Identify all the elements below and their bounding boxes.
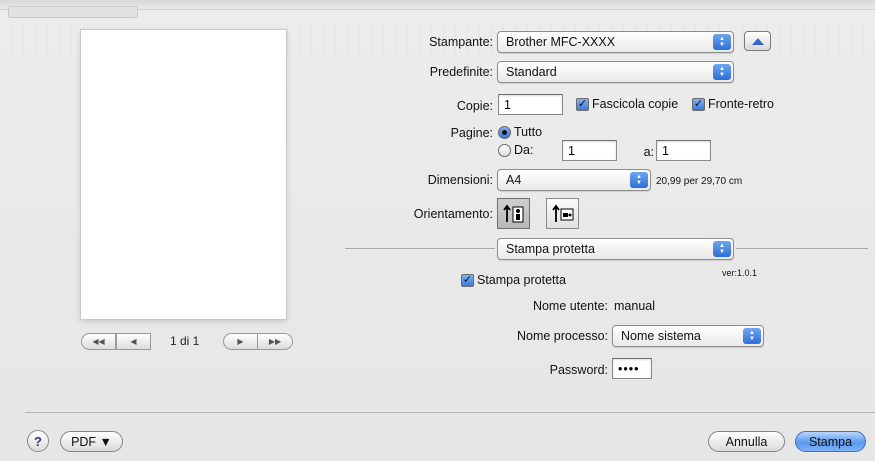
pages-label: Pagine:	[450, 126, 493, 140]
page-indicator: 1 di 1	[170, 334, 200, 348]
radio-unselected-icon	[498, 143, 511, 157]
page-preview	[81, 30, 286, 319]
size-label: Dimensioni:	[427, 173, 493, 187]
triangle-up-icon	[751, 37, 764, 45]
duplex-checkbox[interactable]: ✓ Fronte-retro	[692, 97, 774, 111]
password-field[interactable]: ••••	[612, 358, 652, 379]
help-icon: ?	[34, 433, 42, 449]
copies-label: Copie:	[456, 99, 493, 113]
collate-label: Fascicola copie	[592, 97, 679, 111]
copies-field[interactable]: 1	[498, 94, 563, 115]
collapse-details-button[interactable]	[744, 31, 771, 51]
secure-print-checkbox[interactable]: ✓ Stampa protetta	[461, 273, 566, 287]
cancel-button[interactable]: Annulla	[708, 431, 785, 452]
checkmark-icon: ✓	[461, 273, 474, 287]
presets-value: Standard	[506, 65, 557, 79]
last-page-button[interactable]: ▶▶	[258, 333, 293, 350]
checkmark-icon: ✓	[692, 97, 705, 111]
divider-right	[736, 248, 868, 249]
print-button[interactable]: Stampa	[795, 431, 866, 452]
printer-value: Brother MFC-XXXX	[506, 35, 616, 49]
duplex-label: Fronte-retro	[708, 97, 774, 111]
printer-popup[interactable]: Brother MFC-XXXX ▲ ▼	[497, 31, 734, 53]
popup-arrows-icon: ▲ ▼	[713, 34, 731, 50]
popup-arrows-icon: ▲ ▼	[713, 241, 731, 257]
help-button[interactable]: ?	[27, 430, 49, 452]
popup-arrows-icon: ▲ ▼	[713, 64, 731, 80]
print-dialog: ◀◀ ◀ 1 di 1 ▶ ▶▶ Stampante: Brother MFC-…	[0, 0, 875, 461]
section-popup[interactable]: Stampa protetta ▲ ▼	[497, 238, 734, 260]
pages-to-label: a:	[643, 145, 654, 159]
password-label: Password:	[549, 363, 608, 377]
secure-print-label: Stampa protetta	[477, 273, 566, 287]
popup-arrows-icon: ▲ ▼	[743, 328, 761, 344]
user-name-label: Nome utente:	[532, 299, 608, 313]
section-popup-value: Stampa protetta	[506, 242, 595, 256]
job-name-popup[interactable]: Nome sistema ▲ ▼	[612, 325, 764, 347]
user-name-value: manual	[614, 299, 655, 313]
radio-selected-icon	[498, 125, 511, 139]
job-name-label: Nome processo:	[516, 329, 608, 343]
paper-dimensions: 20,99 per 29,70 cm	[656, 176, 743, 187]
paper-size-popup[interactable]: A4 ▲ ▼	[497, 169, 651, 191]
pages-to-field[interactable]: 1	[656, 140, 711, 161]
checkmark-icon: ✓	[576, 97, 589, 111]
job-name-value: Nome sistema	[621, 329, 701, 343]
landscape-icon	[551, 204, 573, 222]
portrait-orientation-button[interactable]	[497, 198, 530, 229]
pages-from-label: Da:	[514, 143, 534, 157]
pages-range-radio[interactable]: Da:	[498, 143, 533, 157]
divider-left	[345, 248, 495, 249]
background-tabs	[8, 6, 138, 18]
presets-label: Predefinite:	[429, 65, 493, 79]
footer-separator	[25, 412, 875, 413]
presets-popup[interactable]: Standard ▲ ▼	[497, 61, 734, 83]
pages-from-field[interactable]: 1	[562, 140, 617, 161]
popup-arrows-icon: ▲ ▼	[630, 172, 648, 188]
pdf-button[interactable]: PDF ▼	[60, 431, 123, 452]
first-page-button[interactable]: ◀◀	[81, 333, 116, 350]
size-value: A4	[506, 173, 522, 187]
orientation-label: Orientamento:	[413, 207, 493, 221]
next-page-button[interactable]: ▶	[223, 333, 258, 350]
preview-forward-controls: ▶ ▶▶	[223, 333, 293, 350]
pages-all-radio[interactable]: Tutto	[498, 125, 542, 139]
version-label: ver:1.0.1	[722, 268, 758, 278]
pages-all-label: Tutto	[514, 125, 543, 139]
collate-checkbox[interactable]: ✓ Fascicola copie	[576, 97, 678, 111]
printer-label: Stampante:	[429, 35, 493, 49]
preview-back-controls: ◀◀ ◀	[81, 333, 151, 350]
portrait-icon	[502, 204, 523, 222]
landscape-orientation-button[interactable]	[546, 198, 579, 229]
previous-page-button[interactable]: ◀	[116, 333, 151, 350]
